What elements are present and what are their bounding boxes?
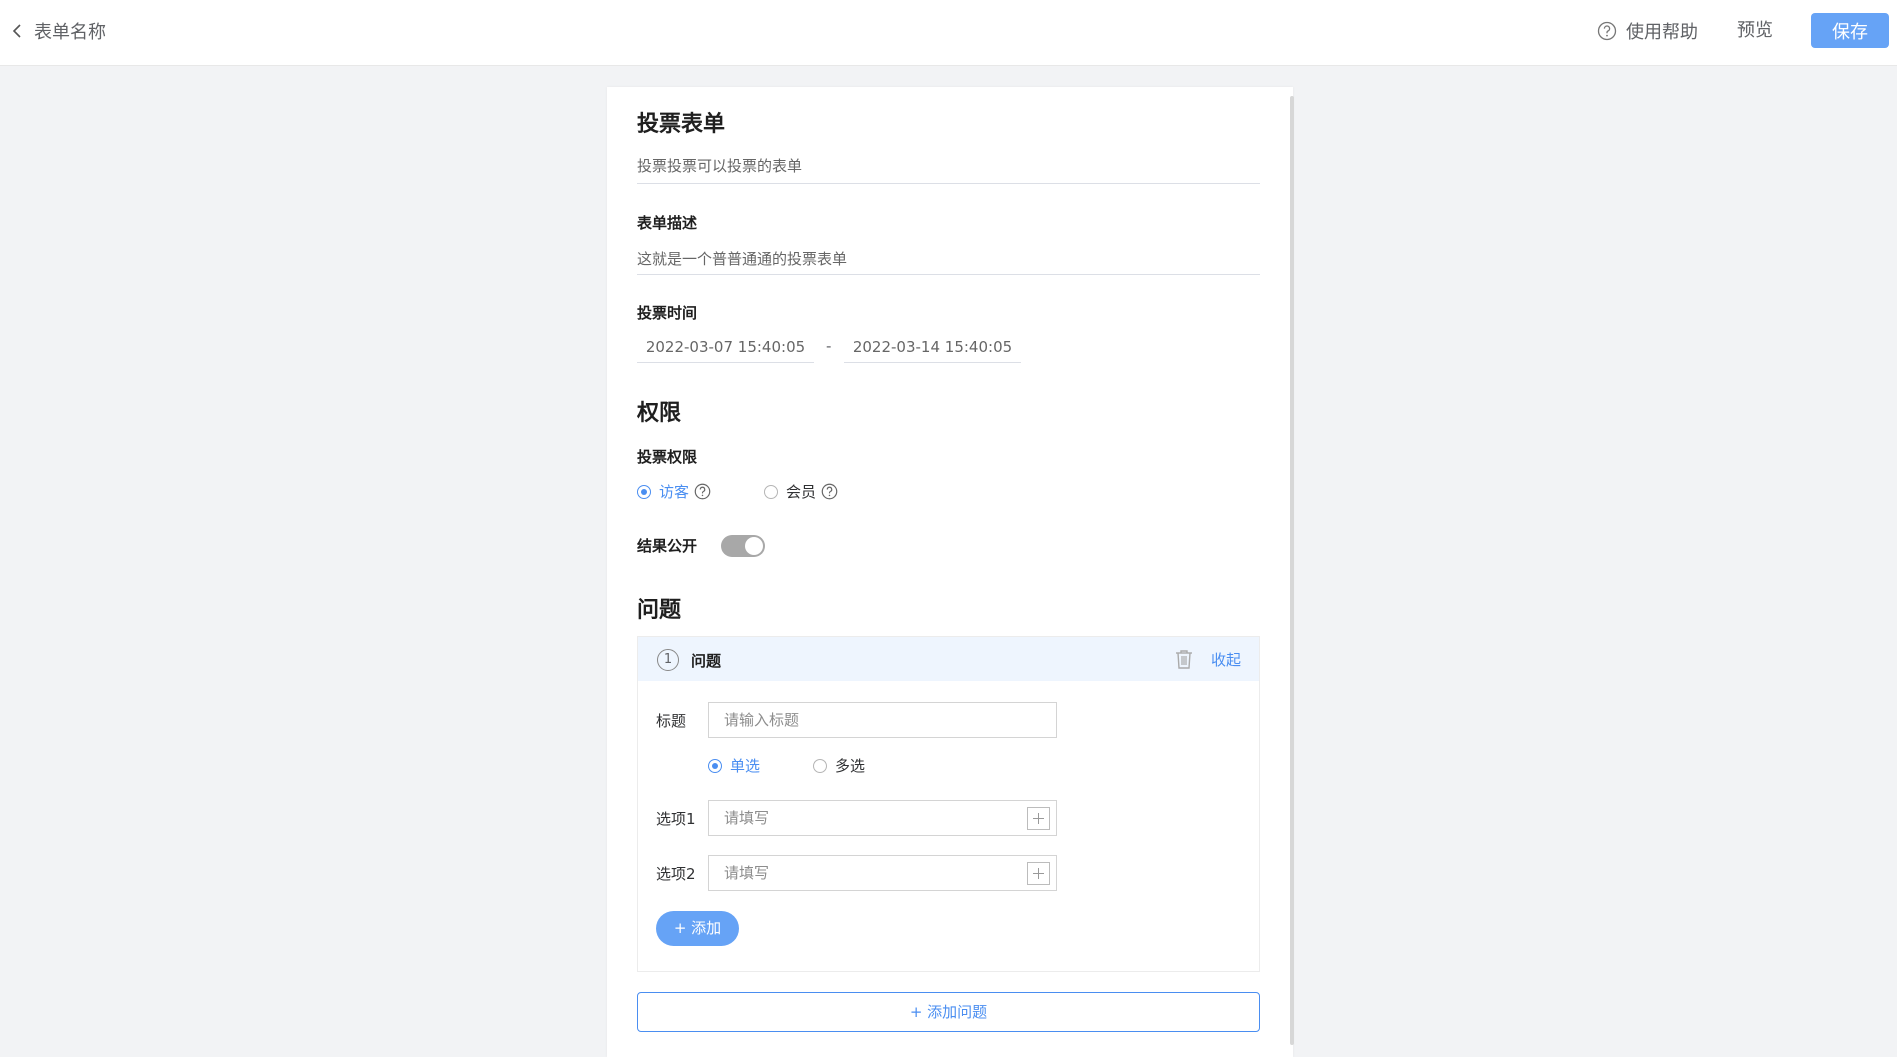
- collapse-button[interactable]: 收起: [1211, 649, 1241, 670]
- trash-icon[interactable]: [1175, 649, 1193, 669]
- form-subtitle-input[interactable]: 投票投票可以投票的表单: [637, 155, 1260, 184]
- vote-time-label: 投票时间: [637, 304, 698, 322]
- toggle-knob: [745, 537, 763, 555]
- radio-multi-choice[interactable]: 多选: [813, 755, 865, 776]
- questions-heading: 问题: [637, 598, 682, 623]
- radio-member[interactable]: 会员: [764, 481, 838, 502]
- question-header-title: 问题: [691, 652, 722, 670]
- top-bar: 表单名称 使用帮助 预览 保存: [0, 0, 1897, 66]
- chevron-left-icon: [12, 24, 21, 38]
- preview-button[interactable]: 预览: [1737, 18, 1773, 44]
- radio-single-choice[interactable]: 单选: [708, 755, 760, 776]
- radio-single-dot: [708, 758, 722, 773]
- question-title-input[interactable]: 请输入标题: [708, 702, 1057, 738]
- radio-member-dot: [764, 484, 778, 499]
- help-label: 使用帮助: [1626, 22, 1698, 43]
- option-1-label: 选项1: [656, 810, 696, 828]
- result-public-label: 结果公开: [637, 537, 698, 555]
- description-label: 表单描述: [637, 214, 698, 232]
- scrollbar[interactable]: [1290, 96, 1294, 1045]
- form-title: 投票表单: [637, 112, 726, 137]
- time-separator: -: [826, 337, 832, 355]
- permissions-heading: 权限: [637, 401, 682, 426]
- question-title-label: 标题: [656, 712, 687, 730]
- help-link[interactable]: 使用帮助: [1597, 18, 1698, 44]
- radio-visitor[interactable]: 访客: [637, 481, 711, 502]
- option-2-input[interactable]: 请填写: [708, 855, 1057, 891]
- option-1-add-icon[interactable]: [1027, 807, 1050, 830]
- question-circle-icon: [1597, 21, 1617, 41]
- description-input[interactable]: 这就是一个普普通通的投票表单: [637, 248, 1260, 275]
- question-circle-icon[interactable]: [821, 483, 838, 500]
- option-2-add-icon[interactable]: [1027, 862, 1050, 885]
- radio-visitor-dot: [637, 484, 651, 499]
- option-1-input[interactable]: 请填写: [708, 800, 1057, 836]
- end-time-input[interactable]: 2022-03-14 15:40:05: [844, 332, 1021, 363]
- result-public-toggle[interactable]: [721, 535, 765, 557]
- start-time-input[interactable]: 2022-03-07 15:40:05: [637, 332, 814, 363]
- radio-multi-dot: [813, 758, 827, 773]
- back-button[interactable]: 表单名称: [12, 18, 106, 44]
- question-number: 1: [657, 649, 679, 671]
- save-button[interactable]: 保存: [1811, 13, 1889, 48]
- add-question-button[interactable]: + 添加问题: [637, 992, 1260, 1032]
- option-2-label: 选项2: [656, 865, 696, 883]
- radio-visitor-label: 访客: [659, 483, 690, 501]
- form-name-label: 表单名称: [34, 22, 106, 43]
- radio-multi-label: 多选: [835, 757, 866, 775]
- vote-permission-label: 投票权限: [637, 448, 698, 466]
- radio-single-label: 单选: [730, 757, 761, 775]
- radio-member-label: 会员: [786, 483, 817, 501]
- question-header: 1 问题 收起: [638, 637, 1259, 681]
- add-option-button[interactable]: + 添加: [656, 911, 739, 946]
- question-circle-icon[interactable]: [694, 483, 711, 500]
